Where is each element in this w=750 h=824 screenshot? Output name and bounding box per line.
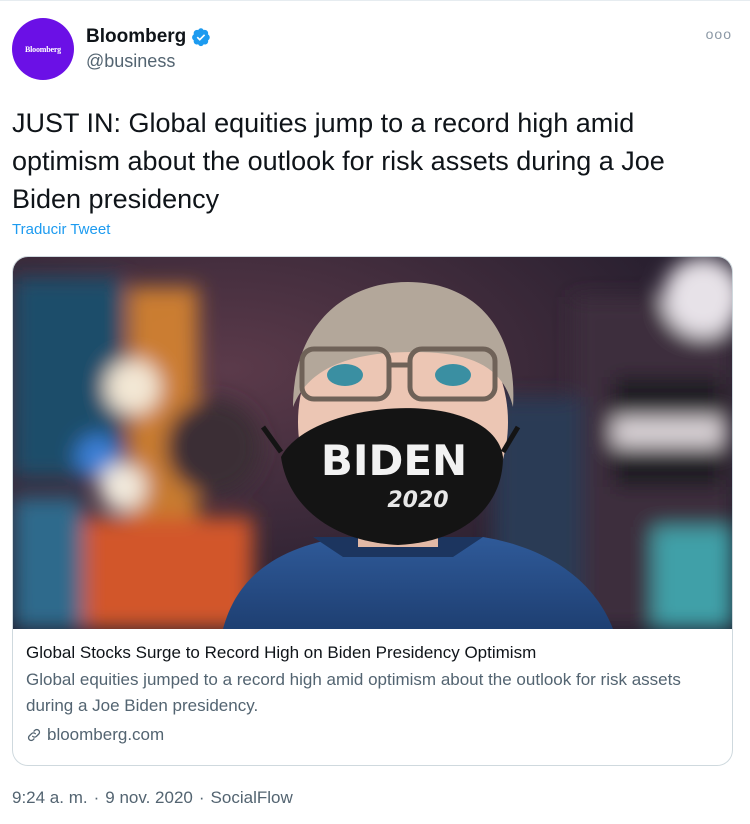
meta-separator: ·: [93, 788, 100, 807]
handle[interactable]: @business: [86, 51, 211, 72]
top-divider: [0, 0, 750, 1]
translate-tweet-link[interactable]: Traducir Tweet: [12, 221, 110, 238]
link-icon: [27, 728, 41, 742]
verified-badge-icon: [192, 28, 211, 47]
more-options-icon[interactable]: ooo: [706, 26, 732, 42]
card-image[interactable]: BIDEN 2020: [13, 257, 732, 629]
avatar[interactable]: Bloomberg: [12, 18, 74, 80]
display-name-row: Bloomberg: [86, 26, 211, 48]
card-title: Global Stocks Surge to Record High on Bi…: [26, 643, 537, 662]
tweet-time[interactable]: 9:24 a. m.: [12, 788, 88, 807]
tweet-date[interactable]: 9 nov. 2020: [105, 788, 193, 807]
card-domain: bloomberg.com: [47, 725, 165, 744]
meta-separator: ·: [198, 788, 205, 807]
display-name[interactable]: Bloomberg: [86, 26, 186, 48]
tweet-header: Bloomberg Bloomberg @business ooo: [12, 18, 738, 82]
author-names: Bloomberg @business: [86, 26, 211, 72]
card-description: Global equities jumped to a record high …: [26, 670, 681, 715]
mask-text: BIDEN: [321, 436, 467, 485]
tweet-text: JUST IN: Global equities jump to a recor…: [12, 108, 665, 214]
link-card[interactable]: BIDEN 2020 Global Stocks Surge to Record…: [12, 256, 733, 766]
avatar-logo-text: Bloomberg: [25, 44, 61, 54]
tweet-meta: 9:24 a. m. · 9 nov. 2020 · SocialFlow: [12, 788, 293, 808]
card-domain-row: bloomberg.com: [26, 725, 716, 745]
mask-year: 2020: [387, 488, 448, 513]
tweet-source[interactable]: SocialFlow: [211, 788, 293, 807]
card-body: Global Stocks Surge to Record High on Bi…: [26, 641, 716, 745]
